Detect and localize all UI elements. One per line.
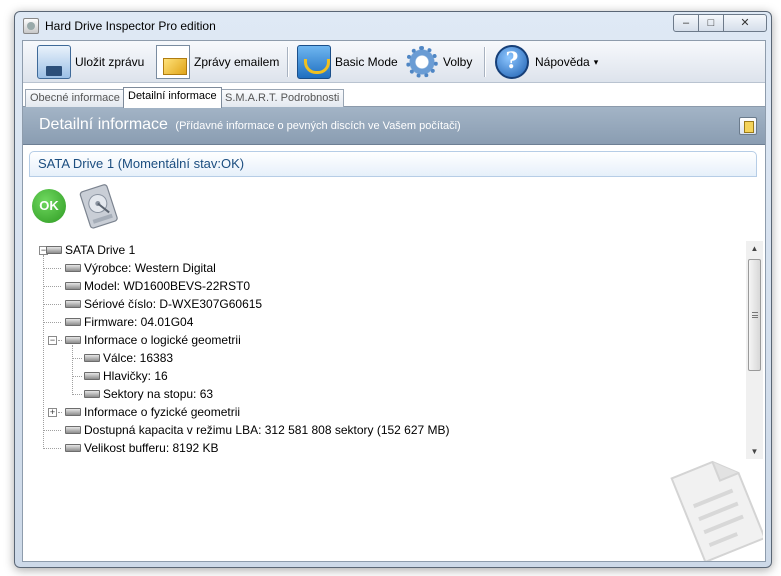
tree-item-label: Sektory na stopu: 63 xyxy=(103,387,214,401)
main-content: Uložit zprávu Zprávy emailem Basic Mode … xyxy=(22,40,766,562)
help-label: Nápověda xyxy=(535,55,590,69)
section-title: Detailní informace (Přídavné informace o… xyxy=(39,116,461,134)
chevron-down-icon: ▾ xyxy=(593,56,599,67)
property-node-icon xyxy=(65,264,81,272)
tree-item-label: Válce: 16383 xyxy=(103,351,174,365)
tree-item-label: Hlavičky: 16 xyxy=(103,369,168,383)
property-node-icon xyxy=(84,390,100,398)
tree-item[interactable]: Model: WD1600BEVS-22RST0 xyxy=(65,277,250,295)
expand-physical-toggle[interactable]: + xyxy=(48,408,57,417)
save-report-button[interactable]: Uložit zprávu xyxy=(37,45,144,79)
property-node-icon xyxy=(65,408,81,416)
scroll-up-arrow-icon[interactable]: ▲ xyxy=(746,241,763,256)
basic-mode-button[interactable]: Basic Mode xyxy=(297,45,398,79)
section-header: Detailní informace (Přídavné informace o… xyxy=(23,107,765,145)
toolbar-separator xyxy=(484,47,485,77)
email-report-label: Zprávy emailem xyxy=(194,55,280,69)
email-report-icon xyxy=(156,45,190,79)
toolbar: Uložit zprávu Zprávy emailem Basic Mode … xyxy=(23,41,765,83)
title-bar[interactable]: Hard Drive Inspector Pro edition – □ ✕ xyxy=(15,12,771,40)
tree-item-label: Model: WD1600BEVS-22RST0 xyxy=(84,279,251,293)
tree-group-logical[interactable]: Informace o logické geometrii xyxy=(65,331,241,349)
toolbar-separator xyxy=(287,47,288,77)
tree-group-physical[interactable]: Informace o fyzické geometrii xyxy=(65,403,240,421)
tree-item-label: Výrobce: Western Digital xyxy=(84,261,216,275)
app-window: Hard Drive Inspector Pro edition – □ ✕ U… xyxy=(14,11,772,568)
tree-item-label: Velikost bufferu: 8192 KB xyxy=(84,441,219,455)
tree-root-label: SATA Drive 1 xyxy=(65,243,136,257)
drive-header: SATA Drive 1 (Momentální stav:OK) xyxy=(29,151,757,177)
minimize-button[interactable]: – xyxy=(673,14,699,32)
maximize-button[interactable]: □ xyxy=(698,14,724,32)
tab-bar: Obecné informace Detailní informace S.M.… xyxy=(23,87,765,108)
close-button[interactable]: ✕ xyxy=(723,14,767,32)
tree-item[interactable]: Sériové číslo: D-WXE307G60615 xyxy=(65,295,262,313)
property-node-icon xyxy=(65,426,81,434)
options-label: Volby xyxy=(443,55,473,69)
tab-detailed[interactable]: Detailní informace xyxy=(123,87,222,108)
property-node-icon xyxy=(65,444,81,452)
section-subtitle: (Přídavné informace o pevných discích ve… xyxy=(175,120,461,132)
property-node-icon xyxy=(65,300,81,308)
tree-item[interactable]: Hlavičky: 16 xyxy=(84,367,168,385)
drive-details-tree[interactable]: − SATA Drive 1 Výrobce: Western Digital … xyxy=(29,241,744,459)
clipboard-icon[interactable] xyxy=(739,117,757,135)
tab-general[interactable]: Obecné informace xyxy=(25,89,125,107)
basic-mode-label: Basic Mode xyxy=(335,55,398,69)
email-report-button[interactable]: Zprávy emailem xyxy=(156,45,279,79)
tree-root-node[interactable]: SATA Drive 1 xyxy=(46,241,135,259)
tree-item-label: Firmware: 04.01G04 xyxy=(84,315,194,329)
tree-item-label: Dostupná kapacita v režimu LBA: 312 581 … xyxy=(84,423,450,437)
tree-item-label: Sériové číslo: D-WXE307G60615 xyxy=(84,297,263,311)
gear-icon xyxy=(405,45,439,79)
save-report-icon xyxy=(37,45,71,79)
property-node-icon xyxy=(65,318,81,326)
drive-node-icon xyxy=(46,246,62,254)
tree-item-label: Informace o fyzické geometrii xyxy=(84,405,241,419)
options-button[interactable]: Volby xyxy=(405,45,472,79)
scroll-thumb[interactable] xyxy=(748,259,761,371)
help-button[interactable]: ? Nápověda ▾ xyxy=(495,45,598,79)
document-watermark-icon xyxy=(670,460,763,561)
app-icon xyxy=(23,18,39,34)
tree-item[interactable]: Sektory na stopu: 63 xyxy=(84,385,213,403)
status-ok-badge: OK xyxy=(32,189,66,223)
window-title: Hard Drive Inspector Pro edition xyxy=(45,19,216,33)
tab-smart[interactable]: S.M.A.R.T. Podrobnosti xyxy=(220,89,345,107)
hard-drive-icon xyxy=(79,184,118,229)
tree-item-label: Informace o logické geometrii xyxy=(84,333,241,347)
tree-scrollbar[interactable]: ▲ ▼ xyxy=(746,241,763,459)
collapse-logical-toggle[interactable]: − xyxy=(48,336,57,345)
property-node-icon xyxy=(84,372,100,380)
help-icon: ? xyxy=(495,45,529,79)
tree-item[interactable]: Firmware: 04.01G04 xyxy=(65,313,193,331)
property-node-icon xyxy=(65,336,81,344)
tree-item[interactable]: Velikost bufferu: 8192 KB xyxy=(65,439,219,457)
tree-item[interactable]: Výrobce: Western Digital xyxy=(65,259,216,277)
tree-item[interactable]: Válce: 16383 xyxy=(84,349,173,367)
section-title-text: Detailní informace xyxy=(39,116,168,133)
property-node-icon xyxy=(65,282,81,290)
basic-mode-icon xyxy=(297,45,331,79)
property-node-icon xyxy=(84,354,100,362)
save-report-label: Uložit zprávu xyxy=(75,55,145,69)
tree-item[interactable]: Dostupná kapacita v režimu LBA: 312 581 … xyxy=(65,421,450,439)
